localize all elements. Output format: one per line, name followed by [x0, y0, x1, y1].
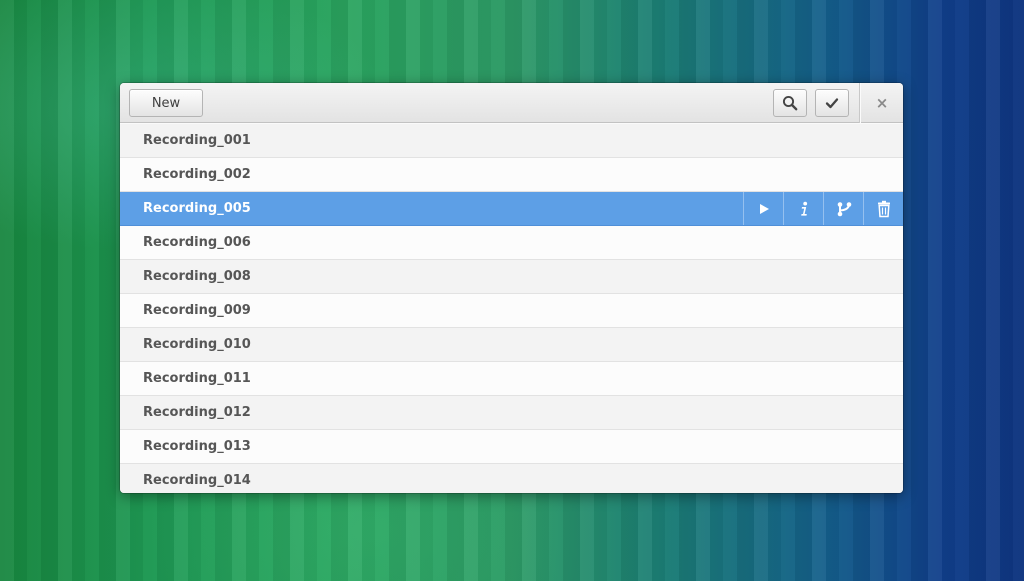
delete-button[interactable] [863, 192, 903, 225]
list-item[interactable]: Recording_010 [120, 328, 903, 362]
list-item[interactable]: Recording_006 [120, 226, 903, 260]
recording-name: Recording_011 [143, 371, 251, 386]
list-item[interactable]: Recording_001 [120, 124, 903, 158]
row-actions [743, 192, 903, 225]
list-item[interactable]: Recording_014 [120, 464, 903, 493]
recordings-list[interactable]: Recording_001 Recording_002 Recording_005 R… [120, 124, 903, 493]
share-button[interactable] [823, 192, 863, 225]
list-item[interactable]: Recording_011 [120, 362, 903, 396]
recording-name: Recording_012 [143, 405, 251, 420]
trash-icon [876, 200, 892, 218]
list-item[interactable]: Recording_012 [120, 396, 903, 430]
recording-name: Recording_013 [143, 439, 251, 454]
info-button[interactable] [783, 192, 823, 225]
search-button[interactable] [773, 89, 807, 117]
recording-name: Recording_001 [143, 133, 251, 148]
list-item[interactable]: Recording_005 [120, 192, 903, 226]
recording-name: Recording_009 [143, 303, 251, 318]
new-button[interactable]: New [129, 89, 203, 117]
recording-name: Recording_002 [143, 167, 251, 182]
share-icon [835, 200, 853, 218]
list-item[interactable]: Recording_002 [120, 158, 903, 192]
list-item[interactable]: Recording_008 [120, 260, 903, 294]
close-button[interactable]: × [861, 83, 903, 123]
list-item[interactable]: Recording_009 [120, 294, 903, 328]
checkmark-icon [825, 98, 839, 109]
search-icon [782, 95, 798, 111]
play-button[interactable] [743, 192, 783, 225]
recorder-window: New × Recording_001 Recording_002 Recordin… [120, 83, 903, 493]
select-button[interactable] [815, 89, 849, 117]
recording-name: Recording_008 [143, 269, 251, 284]
header-bar: New × [120, 83, 903, 123]
recording-name: Recording_010 [143, 337, 251, 352]
recording-name: Recording_005 [143, 201, 251, 216]
recording-name: Recording_006 [143, 235, 251, 250]
recording-name: Recording_014 [143, 473, 251, 488]
close-icon: × [875, 94, 889, 112]
info-icon [797, 201, 811, 217]
play-icon [757, 202, 771, 216]
header-separator [859, 83, 860, 123]
list-item[interactable]: Recording_013 [120, 430, 903, 464]
